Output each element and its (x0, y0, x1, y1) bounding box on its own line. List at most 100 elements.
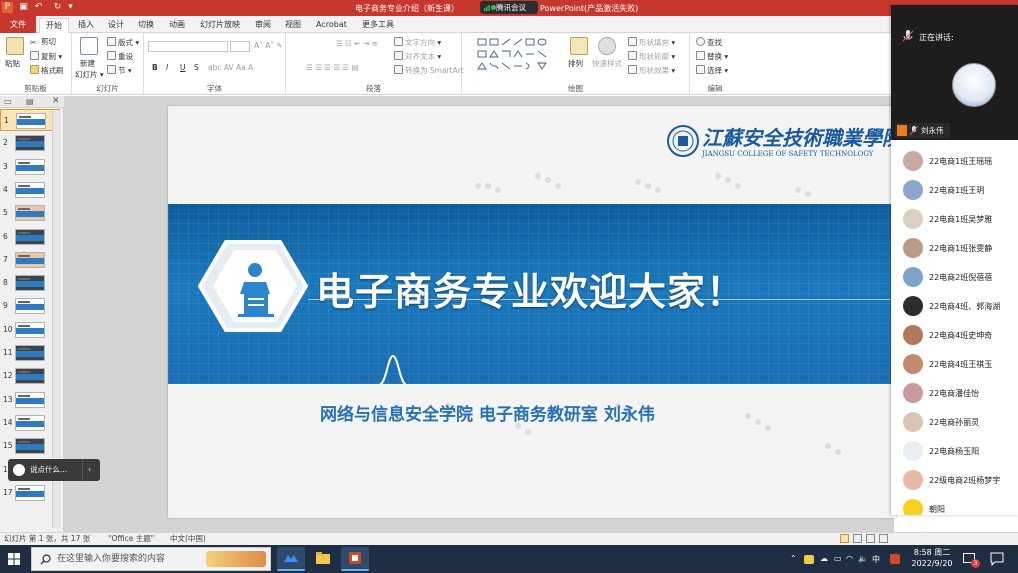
shapes-gallery[interactable] (476, 37, 566, 73)
slide-thumbnail[interactable]: 4 (0, 179, 60, 201)
participant-row[interactable]: 22电商杨玉阳 (891, 437, 1018, 466)
slide-thumbnail[interactable]: 8 (0, 272, 60, 294)
participant-row[interactable]: 22电商1班王玥 (891, 176, 1018, 205)
action-center-icon[interactable] (990, 552, 1004, 566)
slides-view-icon[interactable]: ▤ (26, 97, 34, 106)
slide-thumbnail[interactable]: 14 (0, 412, 60, 434)
tray-app-icon[interactable] (804, 555, 814, 564)
tab-home[interactable]: 开始 (39, 18, 69, 33)
replace-button[interactable]: 替换 ▾ (696, 51, 728, 62)
select-button[interactable]: 选择 ▾ (696, 65, 728, 76)
text-direction-button[interactable]: 文字方向 ▾ (394, 37, 441, 48)
tab-file[interactable]: 文件 (0, 16, 36, 33)
slide-canvas[interactable]: 江蘇安全技術職業學院 JIANGSU COLLEGE OF SAFETY TEC… (64, 96, 896, 532)
slide-thumbnail[interactable]: 13 (0, 389, 60, 411)
quick-access-customize-icon[interactable]: ▾ (65, 2, 76, 13)
quick-styles-icon[interactable] (598, 37, 616, 55)
undo-icon[interactable]: ↶ (33, 2, 44, 13)
new-slide-label-2[interactable]: 幻灯片 ▾ (75, 70, 104, 80)
font-grow-shrink[interactable]: A˄ A˅ ✎ (254, 41, 283, 51)
participant-row[interactable]: 22电商1班王瑶瑶 (891, 147, 1018, 176)
align-text-button[interactable]: 对齐文本 ▾ (394, 51, 441, 62)
annotation-input[interactable]: 说点什么... ‹ (8, 459, 100, 481)
close-panel-icon[interactable]: ✕ (52, 96, 60, 106)
shadow-button[interactable]: S (194, 63, 199, 73)
slide-thumbnail[interactable]: 10 (0, 319, 60, 341)
tray-network-icon[interactable]: ◠ (846, 554, 853, 563)
find-button[interactable]: 查找 (696, 37, 722, 48)
sorter-view-icon[interactable] (853, 534, 862, 543)
arrange-button[interactable]: 排列 (568, 59, 583, 69)
powerpoint-app-icon[interactable]: P (2, 2, 13, 13)
smartart-button[interactable]: 转换为 SmartArt (394, 65, 464, 76)
copy-button[interactable]: 复制 ▾ (30, 51, 62, 62)
tab-design[interactable]: 设计 (108, 18, 124, 33)
participant-row[interactable]: 22电商1班张雯静 (891, 234, 1018, 263)
file-explorer-taskbar-icon[interactable] (309, 547, 337, 571)
font-more-controls[interactable]: abc AV Aa A (208, 63, 253, 73)
slide-title[interactable]: 电子商务专业欢迎大家！ (316, 261, 745, 316)
tray-sogou-icon[interactable] (890, 554, 900, 564)
collapse-chevron-icon[interactable]: ‹ (82, 459, 96, 481)
bold-button[interactable]: B (152, 63, 158, 73)
tray-overflow-icon[interactable]: ⌃ (790, 554, 797, 563)
participant-row[interactable]: 22电商2班倪蓓蓓 (891, 263, 1018, 292)
font-size-combo[interactable] (230, 41, 250, 52)
slide-thumbnail[interactable]: 5 (0, 202, 60, 224)
participant-row[interactable]: 22电商4班、郭海湖 (891, 292, 1018, 321)
language-indicator[interactable]: 中文(中国) (170, 533, 206, 545)
quick-styles-button[interactable]: 快速样式 (592, 59, 622, 69)
participant-row[interactable]: 朝阳 (891, 495, 1018, 515)
save-icon[interactable]: ▣ (18, 2, 29, 13)
tencent-meeting-taskbar-icon[interactable] (277, 547, 305, 571)
new-slide-icon[interactable] (80, 37, 98, 55)
outline-view-icon[interactable]: ▭ (4, 97, 12, 106)
tray-cloud-icon[interactable]: ☁ (820, 554, 828, 563)
participant-row[interactable]: 22电商1班吴梦雅 (891, 205, 1018, 234)
tab-view[interactable]: 视图 (285, 18, 301, 33)
font-name-combo[interactable] (148, 41, 228, 52)
shape-outline-button[interactable]: 形状轮廓 ▾ (628, 51, 675, 62)
tab-insert[interactable]: 插入 (78, 18, 94, 33)
speaker-avatar[interactable] (952, 63, 996, 107)
slide-thumbnail[interactable]: 17 (0, 482, 60, 504)
cut-button[interactable]: ✂ 剪切 (30, 37, 56, 47)
slide-thumbnail[interactable]: 12 (0, 365, 60, 387)
tray-volume-icon[interactable]: 🔈 (858, 554, 868, 563)
underline-button[interactable]: U (180, 63, 186, 73)
tab-transitions[interactable]: 切换 (138, 18, 154, 33)
list-controls[interactable]: ☰ ☷ ⇤ ⇥ ≡ (336, 39, 378, 49)
arrange-icon[interactable] (570, 37, 588, 55)
participant-row[interactable]: 22电商4班王祺玉 (891, 350, 1018, 379)
tab-slideshow[interactable]: 幻灯片放映 (200, 18, 240, 33)
tab-more-tools[interactable]: 更多工具 (362, 18, 394, 33)
slideshow-view-icon[interactable] (879, 534, 888, 543)
reset-button[interactable]: 重设 (107, 51, 133, 62)
section-button[interactable]: 节 ▾ (107, 65, 132, 76)
italic-button[interactable]: I (166, 63, 168, 73)
alignment-controls[interactable]: ☰ ☰ ☰ ☰ ☰ ▤ (306, 63, 359, 73)
slide-thumbnail[interactable]: 2 (0, 132, 60, 154)
tab-acrobat[interactable]: Acrobat (316, 18, 347, 33)
shape-effects-button[interactable]: 形状效果 ▾ (628, 65, 675, 76)
tray-battery-icon[interactable]: ▭ (834, 554, 842, 563)
paste-icon[interactable] (6, 37, 24, 55)
participant-row[interactable]: 22电商孙丽灵 (891, 408, 1018, 437)
reading-view-icon[interactable] (866, 534, 875, 543)
tab-review[interactable]: 审阅 (255, 18, 271, 33)
current-slide[interactable]: 江蘇安全技術職業學院 JIANGSU COLLEGE OF SAFETY TEC… (168, 106, 896, 518)
normal-view-icon[interactable] (840, 534, 849, 543)
layout-button[interactable]: 版式 ▾ (107, 37, 139, 48)
taskbar-clock[interactable]: 8:58 周二 2022/9/20 (908, 547, 956, 569)
paste-button[interactable]: 粘贴 (5, 59, 20, 69)
tab-animations[interactable]: 动画 (169, 18, 185, 33)
meeting-indicator[interactable]: 腾讯会议 (480, 1, 538, 14)
shape-fill-button[interactable]: 形状填充 ▾ (628, 37, 675, 48)
slide-thumbnail[interactable]: 7 (0, 249, 60, 271)
slide-subtitle[interactable]: 网络与信息安全学院 电子商务教研室 刘永伟 (320, 400, 655, 425)
ime-indicator[interactable]: 中 (872, 554, 880, 565)
participant-row[interactable]: 22电商潘佳怡 (891, 379, 1018, 408)
redo-icon[interactable]: ↻ (52, 2, 63, 13)
powerpoint-taskbar-icon[interactable] (341, 547, 369, 571)
participant-row[interactable]: 22级电商2班杨梦宇 (891, 466, 1018, 495)
